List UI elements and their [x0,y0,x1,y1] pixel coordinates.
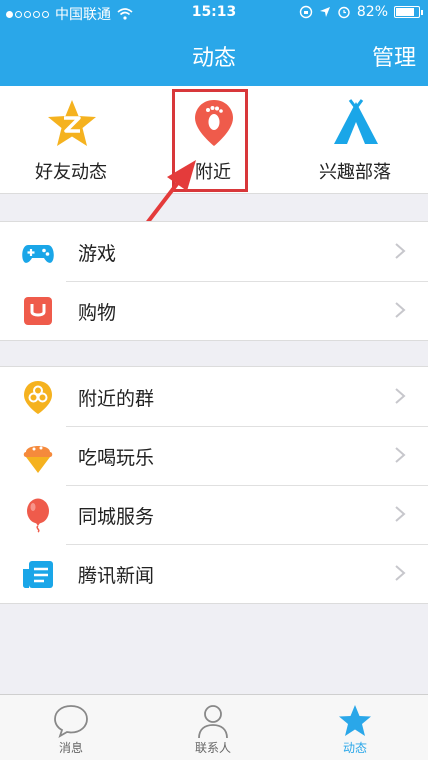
list-item-label: 同城服务 [78,506,155,528]
tab-messages[interactable]: 消息 [0,695,142,760]
page-title: 动态 [191,46,236,71]
gamepad-icon [22,245,54,263]
list-item-city-services[interactable]: 同城服务 [0,485,428,544]
tab-label: 消息 [58,741,83,755]
list-item-label: 腾讯新闻 [78,565,155,587]
manage-button[interactable]: 管理 [372,40,416,72]
list-group-2: 附近的群 吃喝玩乐 同城服务 腾讯新闻 [0,366,428,604]
list-item-games[interactable]: 游戏 [0,222,428,281]
list-item-label: 吃喝玩乐 [78,447,155,469]
tab-bar: 消息 联系人 动态 [0,694,428,760]
shopping-bag-icon [24,297,52,325]
rotation-lock-icon [299,5,313,19]
list-item-label: 购物 [78,302,117,324]
list-item-tencent-news[interactable]: 腾讯新闻 [0,544,428,603]
tab-feed[interactable]: 动态 [284,695,426,760]
tab-contacts[interactable]: 联系人 [142,695,284,760]
interest-tribe-item[interactable]: 兴趣部落 [284,86,426,194]
header: 中国联通 15:13 82% 动态 管理 [0,0,428,86]
alarm-icon [338,6,350,19]
ice-cream-icon [23,446,53,473]
list-item-label: 附近的群 [78,388,155,410]
chevron-right-icon [395,447,406,463]
friends-feed-item[interactable]: 好友动态 [0,86,142,194]
newspaper-icon [23,561,53,588]
person-icon [198,705,228,739]
chevron-right-icon [395,302,406,318]
list-item-nearby-groups[interactable]: 附近的群 [0,367,428,426]
chevron-right-icon [395,243,406,259]
location-arrow-icon [319,7,330,17]
chevron-right-icon [395,506,406,522]
chat-bubble-icon [54,705,88,738]
tab-label: 动态 [342,741,367,755]
list-item-food-fun[interactable]: 吃喝玩乐 [0,426,428,485]
battery-icon [394,6,423,18]
tent-icon [334,99,378,144]
friends-feed-label: 好友动态 [35,162,107,183]
star-icon [339,705,371,736]
status-bar: 中国联通 15:13 82% [0,0,428,26]
star-z-icon [48,100,96,146]
balloon-icon [27,498,49,533]
list-item-shopping[interactable]: 购物 [0,281,428,340]
tab-label: 联系人 [194,741,231,755]
list-item-label: 游戏 [78,243,117,265]
list-group-1: 游戏 购物 [0,221,428,341]
group-pin-icon [24,381,52,414]
battery-percent: 82% [356,4,388,20]
chevron-right-icon [395,565,406,581]
interest-tribe-label: 兴趣部落 [319,162,391,183]
chevron-right-icon [395,388,406,404]
highlight-box [172,89,248,192]
